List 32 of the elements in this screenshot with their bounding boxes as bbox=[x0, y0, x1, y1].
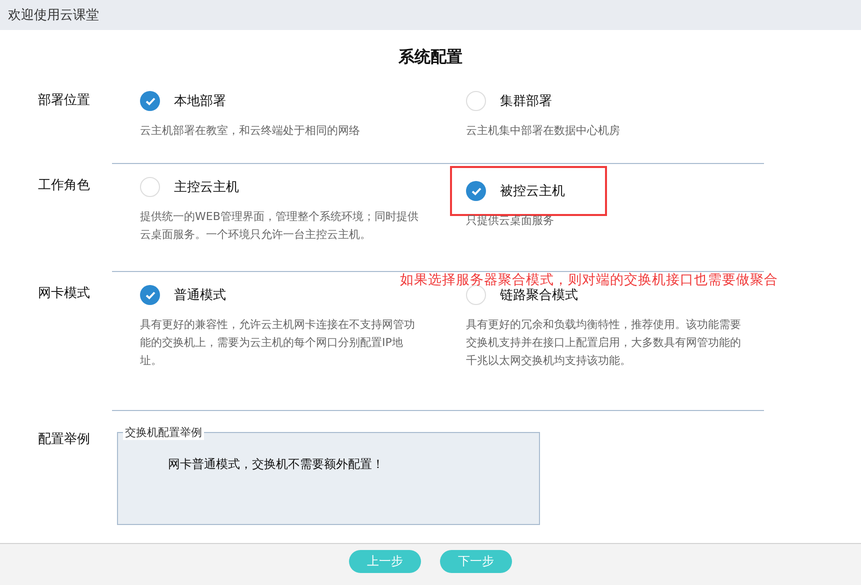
check-icon bbox=[144, 290, 156, 300]
section-label: 部署位置 bbox=[37, 92, 91, 110]
option-description: 云主机集中部署在数据中心机房 bbox=[466, 123, 621, 139]
panel-legend: 交换机配置举例 bbox=[123, 425, 204, 440]
option-description: 具有更好的冗余和负载均衡特性，推荐使用。该功能需要交换机支持并在接口上配置启用，大多数具有网管功能的千兆以太网交换机均支持该功能。 bbox=[466, 317, 742, 369]
radio-button[interactable] bbox=[466, 285, 486, 305]
option-label: 主控云主机 bbox=[174, 179, 239, 196]
previous-button[interactable]: 上一步 bbox=[349, 550, 421, 573]
example-text: 网卡普通模式，交换机不需要额外配置！ bbox=[168, 456, 385, 473]
radio-button[interactable] bbox=[466, 181, 486, 201]
check-icon bbox=[144, 96, 156, 106]
radio-button[interactable] bbox=[140, 91, 160, 111]
annotation-text: 如果选择服务器聚合模式，则对端的交换机接口也需要做聚合 bbox=[400, 271, 778, 288]
section-label: 配置举例 bbox=[37, 431, 91, 449]
option-label: 链路聚合模式 bbox=[500, 287, 578, 304]
option-description: 提供统一的WEB管理界面，管理整个系统环境；同时提供云桌面服务。一个环境只允许一台主控云主机。 bbox=[140, 209, 420, 243]
section-label: 网卡模式 bbox=[37, 285, 91, 303]
option-description: 具有更好的兼容性，允许云主机网卡连接在不支持网管功能的交换机上，需要为云主机的每个网口分别配置IP地址。 bbox=[140, 317, 416, 369]
radio-button[interactable] bbox=[140, 177, 160, 197]
window-title: 欢迎使用云课堂 bbox=[0, 0, 861, 30]
radio-button[interactable] bbox=[466, 91, 486, 111]
option-label: 集群部署 bbox=[500, 93, 552, 110]
next-button[interactable]: 下一步 bbox=[440, 550, 512, 573]
check-icon bbox=[470, 186, 482, 196]
section-label: 工作角色 bbox=[37, 177, 91, 195]
option-description: 云主机部署在教室，和云终端处于相同的网络 bbox=[140, 123, 361, 139]
option-description: 只提供云桌面服务 bbox=[466, 213, 555, 229]
option-label: 本地部署 bbox=[174, 93, 226, 110]
option-label: 被控云主机 bbox=[500, 183, 565, 200]
radio-button[interactable] bbox=[140, 285, 160, 305]
option-label: 普通模式 bbox=[174, 286, 226, 304]
page-heading: 系统配置 bbox=[398, 47, 464, 68]
